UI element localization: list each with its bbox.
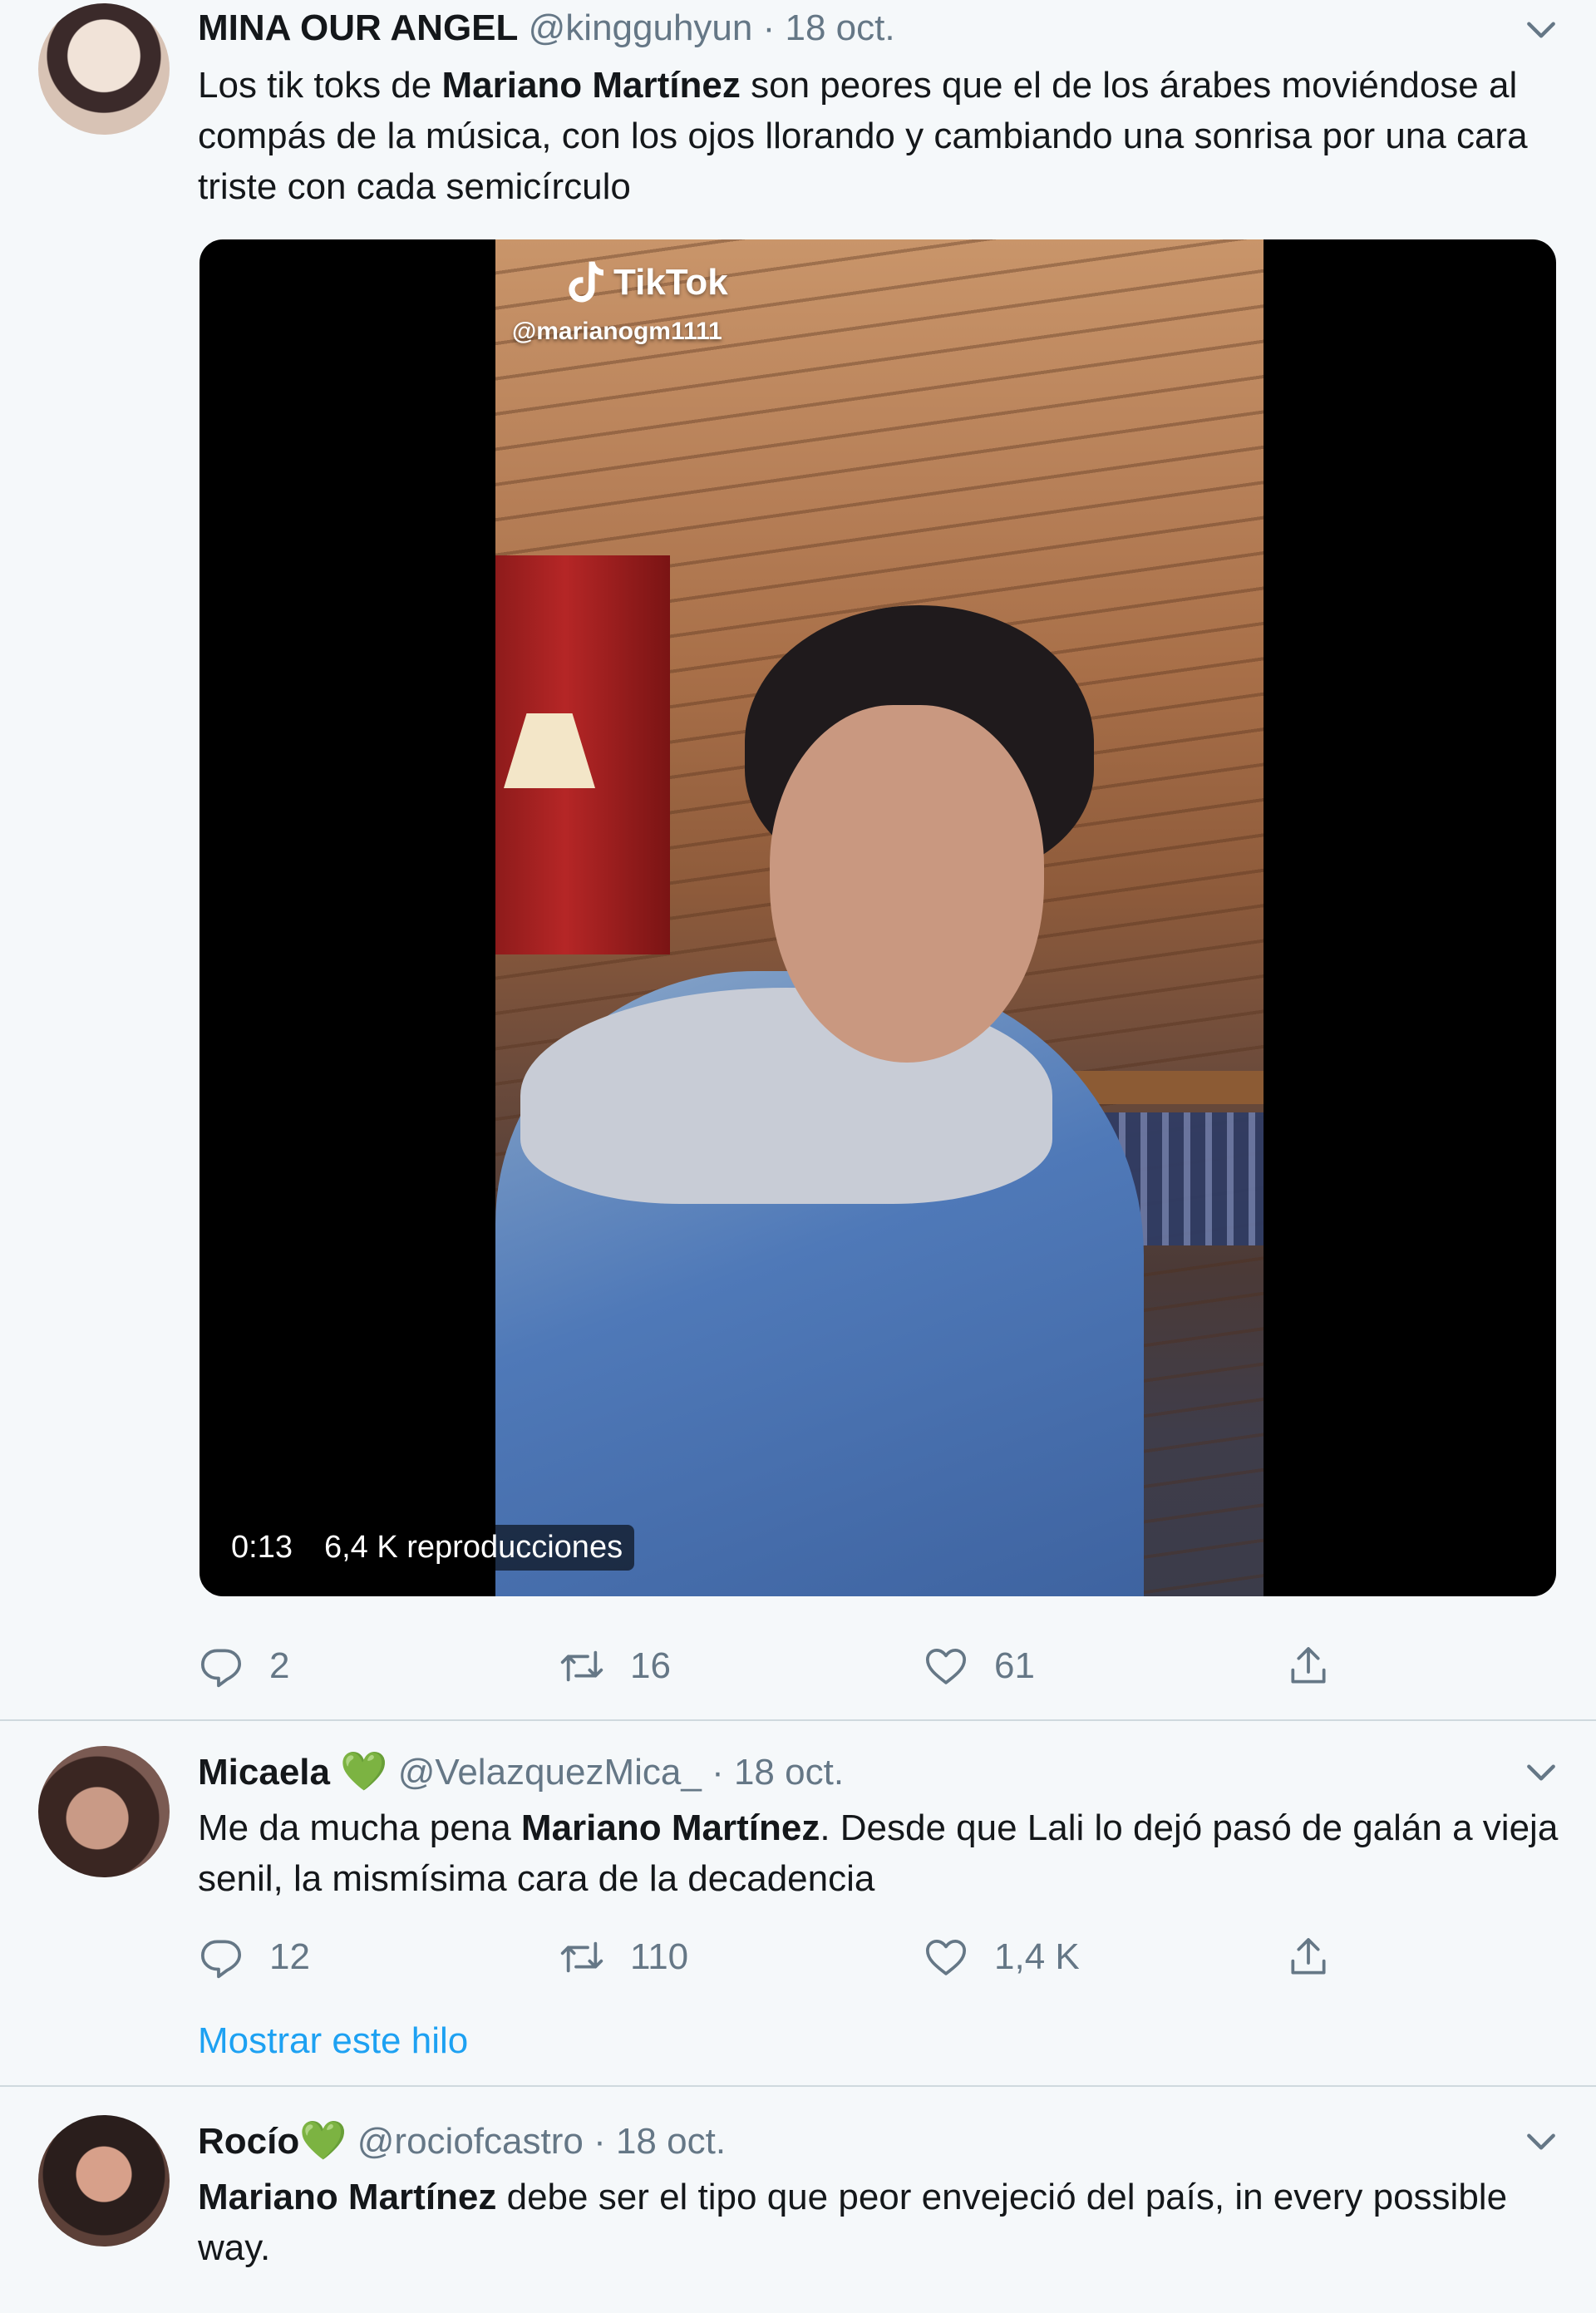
display-name[interactable]: MINA OUR ANGEL <box>198 7 518 48</box>
tweet-date[interactable]: 18 oct. <box>786 7 895 48</box>
video-frame[interactable]: TikTok @marianogm1111 <box>495 239 1264 1596</box>
heart-icon <box>925 1649 967 1684</box>
retweet-button[interactable]: 16 <box>559 1641 671 1691</box>
person-face <box>770 705 1044 1063</box>
like-button[interactable]: 1,4 K <box>923 1932 1080 1982</box>
tiktok-handle: @marianogm1111 <box>512 318 722 345</box>
separator-dot: · <box>594 2121 606 2162</box>
retweet-icon <box>560 1650 603 1682</box>
reply-count: 2 <box>269 1645 290 1686</box>
speech-bubble-icon <box>200 1940 242 1979</box>
retweet-count: 16 <box>630 1645 671 1686</box>
tweet-header: Rocío💚 @rociofcastro · 18 oct. <box>198 2117 726 2165</box>
tweet-text: Los tik toks de Mariano Martínez son peo… <box>198 60 1561 212</box>
tweet-3[interactable]: Rocío💚 @rociofcastro · 18 oct. Mariano M… <box>0 2087 1596 2313</box>
show-thread-link[interactable]: Mostrar este hilo <box>198 2020 468 2062</box>
video-views: 6,4 K reproducciones <box>312 1525 635 1571</box>
avatar[interactable] <box>38 3 170 135</box>
avatar[interactable] <box>38 2115 170 2246</box>
user-handle[interactable]: @kingguhyun <box>529 7 753 48</box>
share-button[interactable] <box>1285 1932 1357 1982</box>
video-media[interactable]: TikTok @marianogm1111 0:13 6,4 K reprodu… <box>200 239 1556 1596</box>
like-count: 61 <box>994 1645 1035 1686</box>
retweet-button[interactable]: 110 <box>559 1932 688 1982</box>
tiktok-note-icon <box>569 261 603 303</box>
user-handle[interactable]: @VelazquezMica_ <box>398 1752 702 1793</box>
tweet-date[interactable]: 18 oct. <box>734 1752 844 1793</box>
tiktok-logo: TikTok <box>562 258 728 308</box>
tiktok-label: TikTok <box>613 262 728 303</box>
tweet-text: Me da mucha pena Mariano Martínez. Desde… <box>198 1803 1561 1904</box>
video-duration: 0:13 <box>219 1525 304 1571</box>
tweet-actions: 12 110 1,4 K <box>198 1932 1528 1982</box>
tweet-actions: 2 16 61 <box>198 1641 1528 1691</box>
chevron-down-icon[interactable] <box>1523 2123 1559 2160</box>
tweet-text: Mariano Martínez debe ser el tipo que pe… <box>198 2172 1561 2273</box>
tweet-header: MINA OUR ANGEL @kingguhyun · 18 oct. <box>198 5 895 52</box>
tweet-header: Micaela 💚 @VelazquezMica_ · 18 oct. <box>198 1748 844 1796</box>
chevron-down-icon[interactable] <box>1523 12 1559 48</box>
avatar[interactable] <box>38 1746 170 1877</box>
heart-icon <box>925 1940 967 1975</box>
retweet-icon <box>560 1941 603 1973</box>
retweet-count: 110 <box>630 1936 689 1977</box>
share-icon <box>1291 1938 1326 1975</box>
tweet-date[interactable]: 18 oct. <box>616 2121 726 2162</box>
tweet-2[interactable]: Micaela 💚 @VelazquezMica_ · 18 oct. Me d… <box>0 1721 1596 2087</box>
green-heart-emoji: 💚 <box>299 2118 347 2162</box>
share-button[interactable] <box>1285 1641 1357 1691</box>
tweet-text-part: Me da mucha pena <box>198 1807 521 1848</box>
reply-button[interactable]: 12 <box>198 1932 310 1982</box>
separator-dot: · <box>762 7 776 48</box>
user-handle[interactable]: @rociofcastro <box>357 2121 584 2162</box>
chevron-down-icon[interactable] <box>1523 1754 1559 1791</box>
video-badges: 0:13 6,4 K reproducciones <box>219 1525 635 1571</box>
tweet-1[interactable]: MINA OUR ANGEL @kingguhyun · 18 oct. Los… <box>0 0 1596 1721</box>
reply-button[interactable]: 2 <box>198 1641 289 1691</box>
display-name[interactable]: Rocío <box>198 2121 299 2162</box>
reply-count: 12 <box>269 1936 310 1977</box>
speech-bubble-icon <box>200 1649 242 1688</box>
share-icon <box>1291 1647 1326 1684</box>
display-name[interactable]: Micaela <box>198 1752 330 1793</box>
like-button[interactable]: 61 <box>923 1641 1035 1691</box>
mention-bold: Mariano Martínez <box>441 65 741 106</box>
mention-bold: Mariano Martínez <box>198 2177 497 2217</box>
green-heart-emoji: 💚 <box>340 1749 388 1793</box>
separator-dot: · <box>712 1752 724 1793</box>
like-count: 1,4 K <box>994 1936 1080 1977</box>
mention-bold: Mariano Martínez <box>520 1807 820 1848</box>
tweet-text-part: Los tik toks de <box>198 65 442 106</box>
